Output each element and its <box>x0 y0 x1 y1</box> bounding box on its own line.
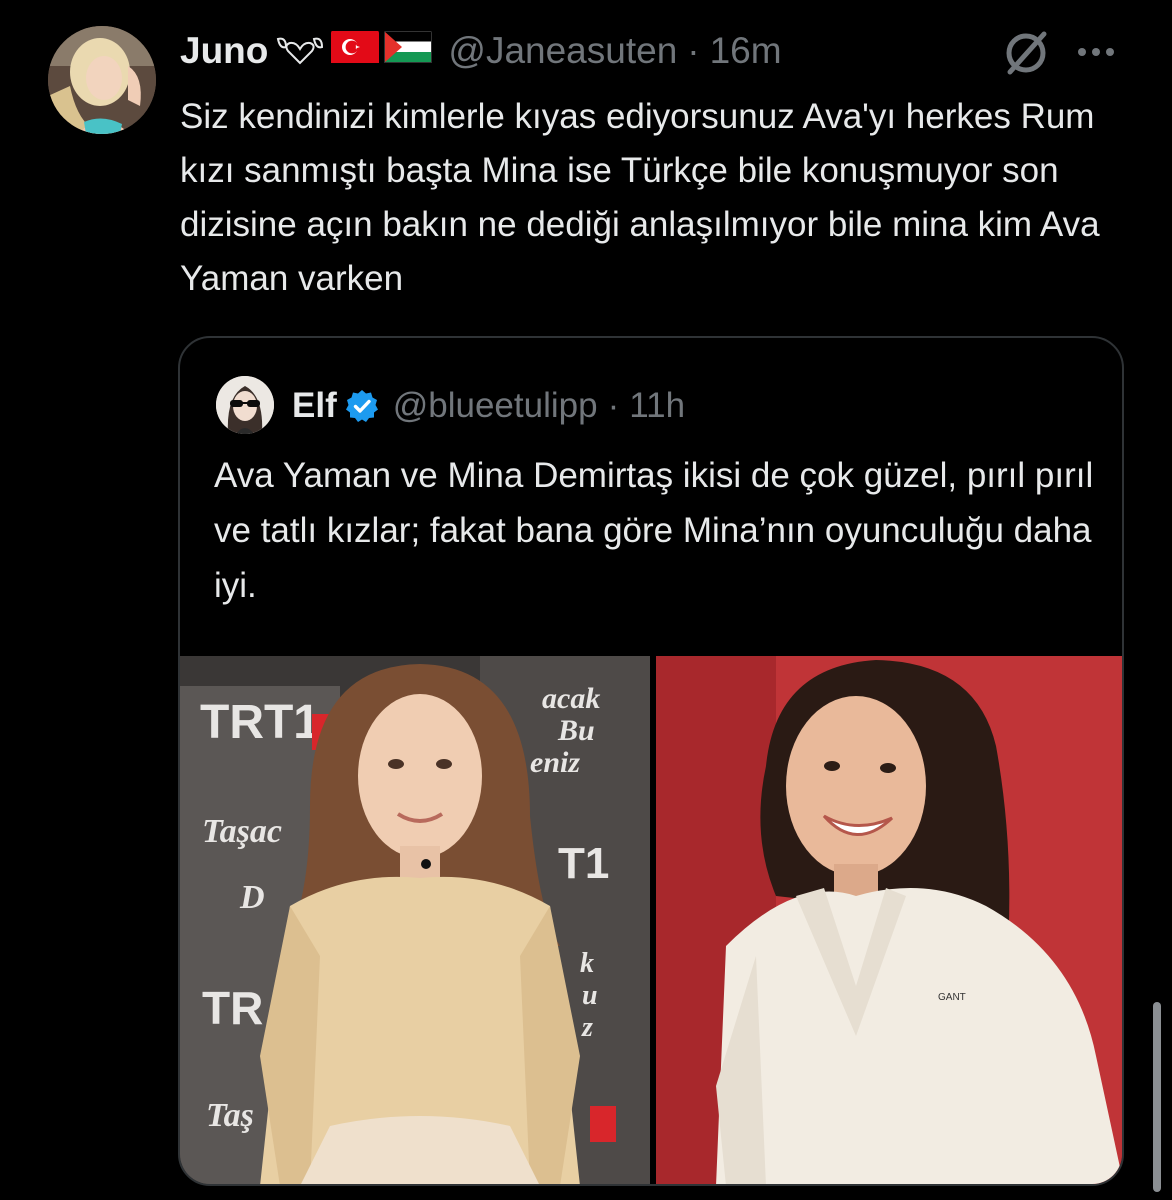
turkey-flag-icon <box>331 30 380 72</box>
palestine-flag-icon <box>384 30 433 72</box>
quoted-author-handle[interactable]: @blueetulipp <box>393 386 598 426</box>
backdrop-text-2: Bu <box>557 714 595 747</box>
tweet-text: Siz kendinizi kimlerle kıyas ediyorsunuz… <box>180 97 1100 298</box>
more-icon[interactable] <box>1072 26 1120 78</box>
left-photo-image: TRT1 acak Bu eniz Taşac D TR Taş T1 k u … <box>180 656 650 1184</box>
quoted-separator-dot: · <box>607 386 620 425</box>
author-name[interactable]: Juno <box>180 30 268 72</box>
verified-badge-icon <box>345 389 379 423</box>
scrollbar-thumb[interactable] <box>1153 1002 1161 1192</box>
tweet-time[interactable]: 16m <box>710 30 782 72</box>
separator-dot: · <box>687 30 700 71</box>
right-photo-image: GANT <box>656 656 1122 1184</box>
backdrop-text-5: D <box>239 879 265 916</box>
backdrop-text-4: Taşac <box>202 813 282 850</box>
grok-icon[interactable] <box>1000 26 1052 78</box>
quoted-author-name[interactable]: Elf <box>292 386 337 426</box>
backdrop-text-10: u <box>582 980 598 1011</box>
left-photo[interactable]: TRT1 acak Bu eniz Taşac D TR Taş T1 k u … <box>180 656 650 1184</box>
author-handle[interactable]: @Janeasuten <box>448 30 677 72</box>
quoted-tweet-text: Ava Yaman ve Mina Demirtaş ikisi de çok … <box>214 456 1094 605</box>
backdrop-logo: TRT1 <box>200 696 320 749</box>
backdrop-text-3: eniz <box>530 746 580 779</box>
author-avatar[interactable] <box>48 26 156 134</box>
quoted-author-avatar[interactable] <box>216 376 274 434</box>
shirt-logo: GANT <box>938 992 966 1003</box>
backdrop-text-9: k <box>580 948 594 979</box>
tweet-header: Juno @Janeasuten · 16m <box>180 24 782 78</box>
avatar-image <box>48 26 156 134</box>
right-photo[interactable]: GANT <box>656 656 1122 1184</box>
quoted-avatar-image <box>216 376 274 434</box>
name-decorations <box>274 30 433 72</box>
backdrop-text-8: T1 <box>558 839 609 888</box>
backdrop-text-6: TR <box>202 982 263 1034</box>
leaf-heart-emoji-icon <box>277 37 324 65</box>
quoted-tweet[interactable]: Elf @blueetulipp · 11h Ava Yaman ve Mina… <box>178 336 1124 1186</box>
backdrop-text-1: acak <box>542 682 600 715</box>
backdrop-text-7: Taş <box>206 1097 254 1134</box>
quoted-header: Elf @blueetulipp · 11h <box>292 378 685 434</box>
backdrop-text-11: z <box>581 1012 593 1043</box>
quoted-tweet-time[interactable]: 11h <box>629 386 685 426</box>
